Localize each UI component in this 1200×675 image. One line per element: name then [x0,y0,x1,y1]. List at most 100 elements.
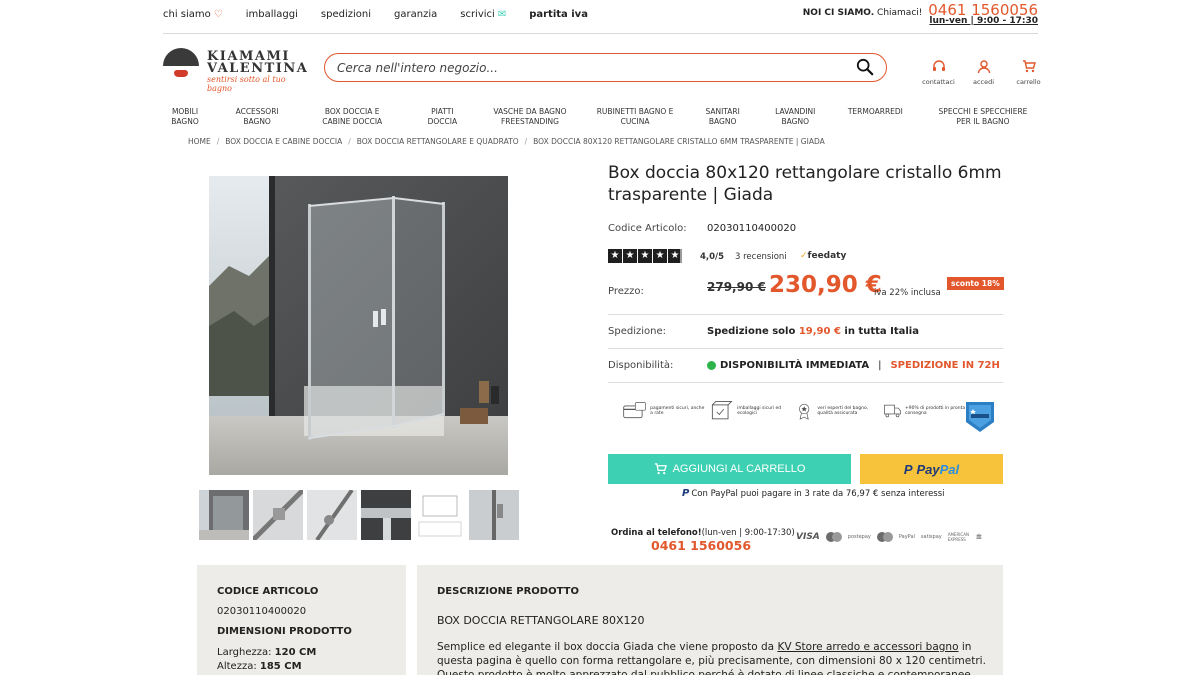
top-link-partita-iva[interactable]: partita iva [529,9,588,20]
star-icon: ★ [653,249,667,263]
cart-icon [1022,60,1036,73]
thumbnail[interactable] [307,490,357,540]
mastercard-icon [825,532,842,542]
old-price: 279,90 € [707,280,766,294]
payment-methods: VISA postepay PayPal satispay AMERICAN E… [796,532,982,542]
nav-item-box-doccia[interactable]: BOX DOCCIA E CABINE DOCCIA [307,107,397,127]
thumbnail[interactable] [415,490,465,540]
top-link-label: chi siamo [163,9,211,20]
dispatch-time: SPEDIZIONE IN 72H [890,360,1000,371]
thumbnail[interactable] [361,490,411,540]
nav-item-specchi[interactable]: SPECCHI E SPECCHIERE PER IL BAGNO [928,107,1038,127]
search-input[interactable] [337,58,837,77]
store-link[interactable]: KV Store arredo e accessori bagno [777,641,958,653]
star-icon: ★ [668,249,682,263]
postepay-icon: postepay [847,534,871,540]
vat-note: iva 22% inclusa [874,288,941,298]
badge-bathroom-experts: veri esperti del bagno, qualità assicura… [794,398,880,424]
product-main-image[interactable] [209,176,508,475]
contact-prefix: NOI CI SIAMO. [802,8,875,18]
cart-button[interactable]: carrello [1006,60,1051,86]
top-link-garanzia[interactable]: garanzia [394,9,437,20]
top-bar: chi siamo ♡ imballaggi spedizioni garanzi… [163,0,1038,34]
feedaty-logo: ✓feedaty [800,251,846,261]
availability-separator: | [878,360,882,371]
code-value: 02030110400020 [707,223,797,234]
thumb-detail-1 [253,490,303,540]
current-price: 230,90 € [769,272,882,298]
order-phone-number[interactable]: 0461 1560056 [651,538,751,553]
check-icon: ✓ [800,251,808,261]
bank-transfer-icon: 🏛 [975,534,983,540]
header-icons: contattaci accedi carrello [916,60,1051,86]
nav-item-piatti-doccia[interactable]: PIATTI DOCCIA [417,107,467,127]
specs-code-value: 02030110400020 [217,606,307,617]
breadcrumb-item[interactable]: BOX DOCCIA RETTANGOLARE E QUADRATO [357,137,519,146]
thumb-detail-2 [307,490,357,540]
lips-icon [174,70,188,77]
breadcrumb-item[interactable]: BOX DOCCIA E CABINE DOCCIA [225,137,342,146]
description-panel: DESCRIZIONE PRODOTTO BOX DOCCIA RETTANGO… [417,565,1003,675]
mail-icon: ✉ [497,8,507,20]
shipping-text: Spedizione solo [707,326,796,337]
height-label: Altezza: [217,661,257,672]
user-icon [977,60,990,73]
logo-mark [163,48,199,66]
top-link-imballaggi[interactable]: imballaggi [246,9,298,20]
award-icon [799,403,810,420]
breadcrumb-item[interactable]: HOME [188,137,211,146]
top-link-label: scrivici [460,9,495,20]
star-icon: ★ [608,249,622,263]
divider [608,314,1003,315]
top-link-spedizioni[interactable]: spedizioni [321,9,371,20]
search-icon[interactable] [856,58,874,76]
add-to-cart-button[interactable]: AGGIUNGI AL CARRELLO [608,454,851,484]
paypal-label-1: Pay [916,461,940,477]
paypal-icon: P [903,461,913,477]
thumbnail-strip [199,490,519,540]
shipping-price: 19,90 € [798,326,841,337]
breadcrumb-separator: / [524,137,528,146]
paypal-button[interactable]: P Pay Pal [860,454,1003,484]
truck-icon [884,404,901,418]
feedaty-label: feedaty [807,251,847,261]
badge-text: +90% di prodotti in pronta consegna [904,405,966,417]
shipping-info: Spedizione solo 19,90 € in tutta Italia [707,326,919,337]
breadcrumb-current: BOX DOCCIA 80X120 RETTANGOLARE CRISTALLO… [533,137,825,146]
top-link-label: imballaggi [245,9,298,20]
nav-item-lavandini[interactable]: LAVANDINI BAGNO [768,107,823,127]
main-nav: MOBILI BAGNO ACCESSORI BAGNO BOX DOCCIA … [163,107,1038,127]
logo-line-2: VALENTINA [207,61,309,76]
description-heading: DESCRIZIONE PRODOTTO [437,586,579,597]
shower-box-image [209,176,508,475]
nav-item-vasche[interactable]: VASCHE DA BAGNO FREESTANDING [487,107,572,127]
login-button[interactable]: accedi [961,60,1006,86]
nav-item-rubinetti[interactable]: RUBINETTI BAGNO E CUCINA [593,107,678,127]
specs-dims-heading: DIMENSIONI PRODOTTO [217,626,352,637]
contact-button[interactable]: contattaci [916,60,961,86]
badge-text: veri esperti del bagno, qualità assicura… [817,405,869,417]
logo[interactable]: KIAMAMI VALENTINA sentirsi sotto al tuo … [163,46,309,93]
nav-item-accessori-bagno[interactable]: ACCESSORI BAGNO [227,107,287,127]
rating-stars[interactable]: ★ ★ ★ ★ ★ [608,249,682,263]
add-to-cart-label: AGGIUNGI AL CARRELLO [672,463,806,475]
nav-item-mobili-bagno[interactable]: MOBILI BAGNO [163,107,207,127]
maestro-icon [876,532,893,542]
description-body: Semplice ed elegante il box doccia Giada… [437,640,987,675]
thumbnail[interactable] [199,490,249,540]
nav-item-sanitari[interactable]: SANITARI BAGNO [698,107,748,127]
thumb-detail-4 [469,490,519,540]
discount-badge: sconto 18% [947,277,1004,290]
shipping-text: in tutta Italia [844,326,919,337]
nav-item-termoarredi[interactable]: TERMOARREDI [843,107,908,127]
thumb-shower-front [199,490,249,540]
breadcrumb-separator: / [216,137,220,146]
top-link-label: garanzia [394,9,438,20]
contact-call: Chiamaci! [877,8,923,18]
top-link-scrivici[interactable]: scrivici ✉ [460,9,506,20]
reviews-link[interactable]: 3 recensioni [735,252,787,262]
thumbnail[interactable] [253,490,303,540]
top-link-chi-siamo[interactable]: chi siamo ♡ [163,9,223,20]
paypal-label-2: Pal [939,461,960,477]
thumbnail[interactable] [469,490,519,540]
